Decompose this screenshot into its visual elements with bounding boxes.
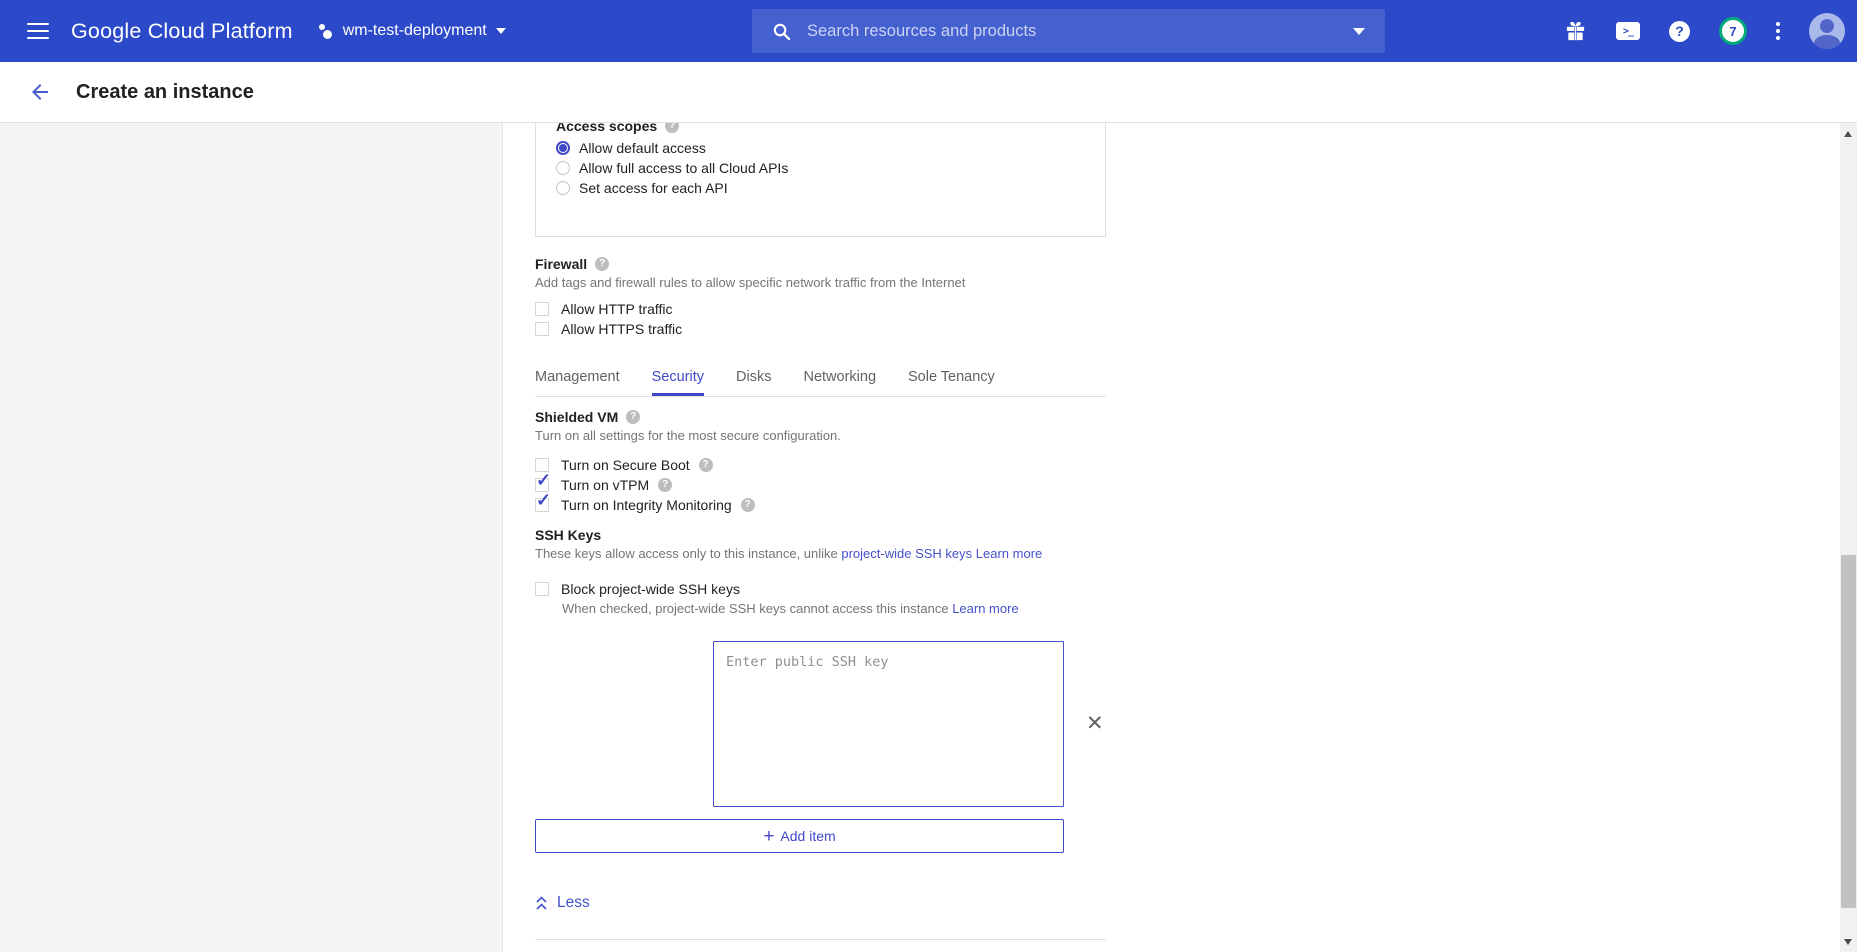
menu-icon[interactable] [27,23,49,39]
chevron-double-up-icon [535,895,548,912]
help-icon[interactable]: ? [665,123,679,133]
tab-security[interactable]: Security [652,369,704,396]
project-icon [317,21,335,41]
scrollbar[interactable] [1840,123,1857,952]
checkbox-checked-icon: ✓ [535,498,549,512]
help-icon[interactable]: ? [658,478,672,492]
help-icon[interactable]: ? [626,410,640,424]
shielded-vm-description: Turn on all settings for the most secure… [535,428,1106,443]
search-dropdown-icon[interactable] [1353,28,1365,35]
radio-icon [556,141,570,155]
shielded-vm-section: Shielded VM ? Turn on all settings for t… [535,409,1106,515]
checkbox-allow-https[interactable]: Allow HTTPS traffic [535,319,1106,339]
help-icon[interactable]: ? [741,498,755,512]
radio-icon [556,161,570,175]
page-title: Create an instance [76,81,254,104]
notifications-badge[interactable]: 7 [1719,17,1747,45]
main-content: Access scopes ? Allow default access All… [504,123,1840,952]
search-bar[interactable] [752,9,1385,53]
avatar[interactable] [1809,13,1845,49]
help-icon[interactable]: ? [595,257,609,271]
settings-tabs: Management Security Disks Networking Sol… [535,369,1106,397]
radio-set-access-each-api[interactable]: Set access for each API [556,178,1105,198]
checkbox-block-project-ssh-keys[interactable]: Block project-wide SSH keys [535,579,1106,599]
chevron-down-icon [496,28,506,34]
search-input[interactable] [807,22,1353,41]
tab-disks[interactable]: Disks [736,369,771,396]
less-toggle[interactable]: Less [535,894,615,912]
checkbox-integrity-monitoring[interactable]: ✓ Turn on Integrity Monitoring ? [535,495,1106,515]
firewall-section: Firewall ? Add tags and firewall rules t… [535,256,1106,339]
ssh-key-input[interactable] [713,641,1064,807]
tab-networking[interactable]: Networking [803,369,876,396]
more-options-icon[interactable] [1776,22,1780,40]
gcp-logo[interactable]: Google Cloud Platform [71,19,293,44]
section-divider [535,939,1106,940]
ssh-keys-section: SSH Keys These keys allow access only to… [535,527,1106,853]
tab-management[interactable]: Management [535,369,620,396]
access-scopes-box: Access scopes ? Allow default access All… [535,123,1106,237]
learn-more-link[interactable]: Learn more [976,546,1042,561]
firewall-label: Firewall ? [535,256,1106,272]
close-icon[interactable]: ✕ [1086,714,1104,734]
avatar-silhouette [1820,19,1834,33]
add-item-button[interactable]: + Add item [535,819,1064,853]
project-name: wm-test-deployment [343,22,487,40]
learn-more-link[interactable]: Learn more [952,601,1018,616]
ssh-keys-description: These keys allow access only to this ins… [535,546,1106,561]
checkbox-secure-boot[interactable]: Turn on Secure Boot ? [535,455,1106,475]
radio-allow-full-access[interactable]: Allow full access to all Cloud APIs [556,158,1105,178]
back-arrow-icon[interactable] [28,80,52,104]
checkbox-icon [535,302,549,316]
page-header: Create an instance [0,62,1857,123]
firewall-description: Add tags and firewall rules to allow spe… [535,275,1106,290]
app-bar: Google Cloud Platform wm-test-deployment… [0,0,1857,62]
ssh-keys-label: SSH Keys [535,527,1106,543]
shielded-vm-label: Shielded VM ? [535,409,1106,425]
checkbox-vtpm[interactable]: ✓ Turn on vTPM ? [535,475,1106,495]
block-ssh-keys-description: When checked, project-wide SSH keys cann… [562,601,1106,616]
search-icon [772,22,791,41]
radio-allow-default-access[interactable]: Allow default access [556,138,1105,158]
plus-icon: + [763,827,774,846]
checkbox-icon [535,582,549,596]
left-panel [0,123,503,952]
checkbox-icon [535,322,549,336]
tab-sole-tenancy[interactable]: Sole Tenancy [908,369,995,396]
access-scopes-label: Access scopes ? [556,123,1105,134]
project-wide-ssh-keys-link[interactable]: project-wide SSH keys [841,546,972,561]
scrollbar-thumb[interactable] [1841,555,1856,908]
radio-icon [556,181,570,195]
gift-icon[interactable] [1564,20,1587,43]
checkbox-allow-http[interactable]: Allow HTTP traffic [535,299,1106,319]
scroll-down-arrow[interactable] [1844,939,1852,945]
appbar-actions: >_ ? 7 [1564,0,1845,62]
project-selector[interactable]: wm-test-deployment [317,21,506,41]
cloud-shell-icon[interactable]: >_ [1616,22,1640,40]
help-icon[interactable]: ? [699,458,713,472]
scroll-up-arrow[interactable] [1844,131,1852,137]
help-icon-topbar[interactable]: ? [1669,21,1690,42]
